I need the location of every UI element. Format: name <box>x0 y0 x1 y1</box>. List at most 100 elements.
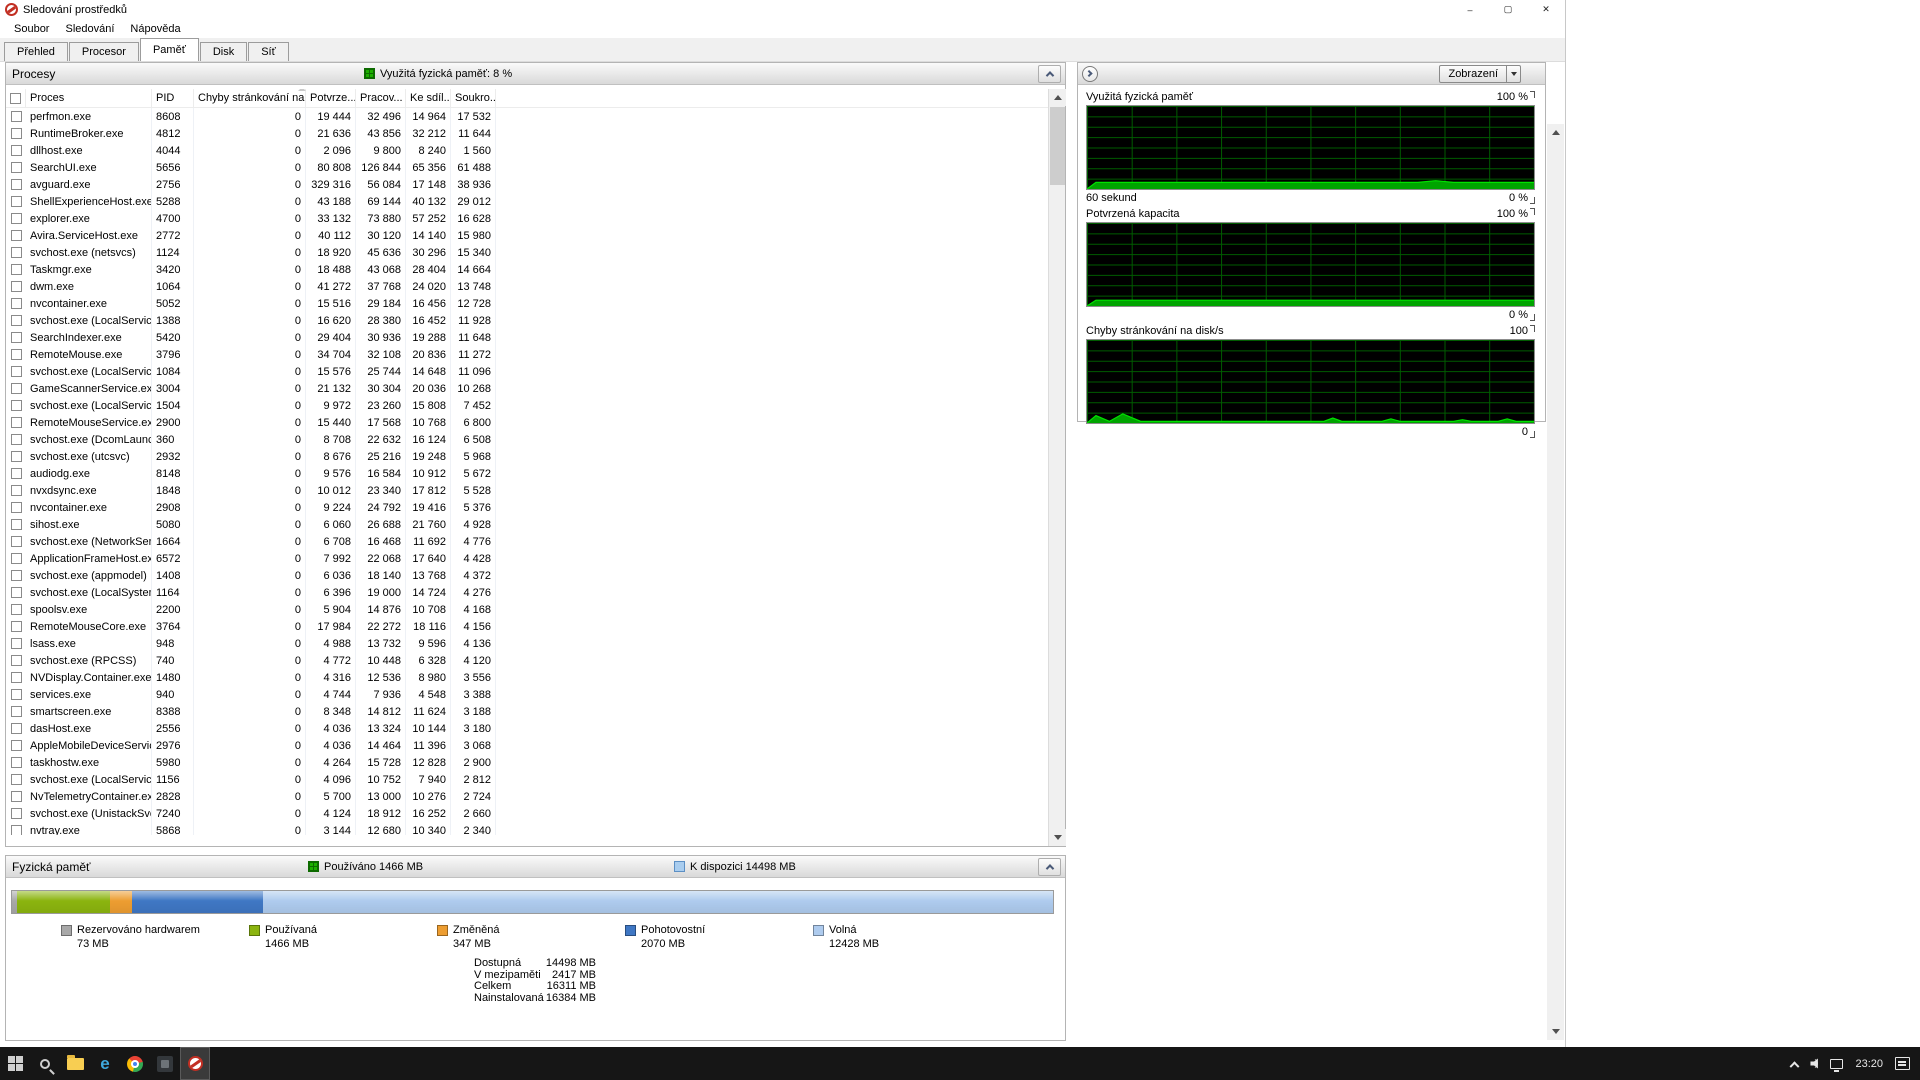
table-row[interactable]: GameScannerService.exe3004021 13230 3042… <box>6 380 1048 397</box>
checkbox-icon[interactable] <box>11 213 22 224</box>
checkbox-icon[interactable] <box>11 315 22 326</box>
row-checkbox-cell[interactable] <box>6 380 26 397</box>
checkbox-icon[interactable] <box>11 145 22 156</box>
row-checkbox-cell[interactable] <box>6 210 26 227</box>
table-row[interactable]: services.exe94004 7447 9364 5483 388 <box>6 686 1048 703</box>
row-checkbox-cell[interactable] <box>6 669 26 686</box>
checkbox-icon[interactable] <box>11 757 22 768</box>
table-row[interactable]: nvcontainer.exe290809 22424 79219 4165 3… <box>6 499 1048 516</box>
row-checkbox-cell[interactable] <box>6 312 26 329</box>
row-checkbox-cell[interactable] <box>6 363 26 380</box>
column-header-share[interactable]: Ke sdíl... <box>406 89 451 107</box>
column-header-work[interactable]: Pracov... <box>356 89 406 107</box>
checkbox-icon[interactable] <box>11 536 22 547</box>
row-checkbox-cell[interactable] <box>6 125 26 142</box>
table-row[interactable]: nvtray.exe586803 14412 68010 3402 340 <box>6 822 1048 835</box>
expand-panel-button[interactable] <box>1082 66 1098 82</box>
tab-síť[interactable]: Síť <box>248 42 289 61</box>
checkbox-icon[interactable] <box>11 332 22 343</box>
row-checkbox-cell[interactable] <box>6 329 26 346</box>
column-header-name[interactable]: Proces <box>26 89 152 107</box>
table-row[interactable]: perfmon.exe8608019 44432 49614 96417 532 <box>6 108 1048 125</box>
row-checkbox-cell[interactable] <box>6 108 26 125</box>
scroll-up-arrow[interactable] <box>1049 89 1066 106</box>
row-checkbox-cell[interactable] <box>6 159 26 176</box>
checkbox-icon[interactable] <box>11 553 22 564</box>
checkbox-icon[interactable] <box>11 434 22 445</box>
checkbox-icon[interactable] <box>11 808 22 819</box>
network-icon[interactable] <box>1830 1059 1843 1069</box>
row-checkbox-cell[interactable] <box>6 601 26 618</box>
row-checkbox-cell[interactable] <box>6 635 26 652</box>
row-checkbox-cell[interactable] <box>6 703 26 720</box>
maximize-button[interactable]: ▢ <box>1489 0 1527 19</box>
row-checkbox-cell[interactable] <box>6 295 26 312</box>
taskbar-app[interactable] <box>150 1047 180 1080</box>
checkbox-icon[interactable] <box>11 417 22 428</box>
row-checkbox-cell[interactable] <box>6 584 26 601</box>
table-row[interactable]: SearchUI.exe5656080 808126 84465 35661 4… <box>6 159 1048 176</box>
scrollbar-thumb[interactable] <box>1050 107 1065 185</box>
checkbox-icon[interactable] <box>11 230 22 241</box>
table-row[interactable]: RemoteMouse.exe3796034 70432 10820 83611… <box>6 346 1048 363</box>
table-row[interactable]: SearchIndexer.exe5420029 40430 93619 288… <box>6 329 1048 346</box>
checkbox-icon[interactable] <box>11 791 22 802</box>
menu-item-0[interactable]: Soubor <box>6 23 57 35</box>
row-checkbox-cell[interactable] <box>6 176 26 193</box>
select-all-checkbox-cell[interactable] <box>6 89 26 107</box>
row-checkbox-cell[interactable] <box>6 465 26 482</box>
window-scrollbar[interactable] <box>1547 124 1564 1040</box>
checkbox-icon[interactable] <box>11 366 22 377</box>
checkbox-icon[interactable] <box>11 400 22 411</box>
checkbox-icon[interactable] <box>11 349 22 360</box>
table-row[interactable]: RemoteMouseCore.exe3764017 98422 27218 1… <box>6 618 1048 635</box>
row-checkbox-cell[interactable] <box>6 414 26 431</box>
row-checkbox-cell[interactable] <box>6 142 26 159</box>
checkbox-icon[interactable] <box>11 723 22 734</box>
checkbox-icon[interactable] <box>11 570 22 581</box>
taskbar-resource-monitor-active[interactable] <box>180 1047 210 1080</box>
scroll-up-arrow[interactable] <box>1547 124 1564 141</box>
row-checkbox-cell[interactable] <box>6 431 26 448</box>
row-checkbox-cell[interactable] <box>6 397 26 414</box>
menu-item-2[interactable]: Nápověda <box>122 23 188 35</box>
row-checkbox-cell[interactable] <box>6 244 26 261</box>
row-checkbox-cell[interactable] <box>6 227 26 244</box>
volume-button[interactable] <box>1810 1058 1818 1069</box>
row-checkbox-cell[interactable] <box>6 516 26 533</box>
row-checkbox-cell[interactable] <box>6 652 26 669</box>
checkbox-icon[interactable] <box>11 247 22 258</box>
checkbox-icon[interactable] <box>11 672 22 683</box>
row-checkbox-cell[interactable] <box>6 499 26 516</box>
table-row[interactable]: NVDisplay.Container.exe148004 31612 5368… <box>6 669 1048 686</box>
tab-paměť[interactable]: Paměť <box>140 38 199 61</box>
table-row[interactable]: RemoteMouseService.exe2900015 44017 5681… <box>6 414 1048 431</box>
table-row[interactable]: svchost.exe (LocalSystemNet...116406 396… <box>6 584 1048 601</box>
process-table-scrollbar[interactable] <box>1048 89 1065 846</box>
column-header-commit[interactable]: Potvrze... <box>306 89 356 107</box>
checkbox-icon[interactable] <box>11 128 22 139</box>
table-row[interactable]: svchost.exe (NetworkService)166406 70816… <box>6 533 1048 550</box>
table-row[interactable]: avguard.exe27560329 31656 08417 14838 93… <box>6 176 1048 193</box>
row-checkbox-cell[interactable] <box>6 822 26 835</box>
row-checkbox-cell[interactable] <box>6 533 26 550</box>
checkbox-icon[interactable] <box>11 111 22 122</box>
menu-item-1[interactable]: Sledování <box>57 23 122 35</box>
checkbox-icon[interactable] <box>11 196 22 207</box>
table-row[interactable]: svchost.exe (utcsvc)293208 67625 21619 2… <box>6 448 1048 465</box>
table-row[interactable]: nvcontainer.exe5052015 51629 18416 45612… <box>6 295 1048 312</box>
taskbar-clock[interactable]: 23:20 <box>1855 1058 1883 1070</box>
column-header-priv[interactable]: Soukro... <box>451 89 496 107</box>
checkbox-icon[interactable] <box>11 502 22 513</box>
process-table-header[interactable]: ProcesPIDChyby stránkování na ...Potvrze… <box>6 89 1048 108</box>
checkbox-icon[interactable] <box>11 281 22 292</box>
taskbar-chrome[interactable] <box>120 1047 150 1080</box>
row-checkbox-cell[interactable] <box>6 278 26 295</box>
checkbox-icon[interactable] <box>11 621 22 632</box>
table-row[interactable]: svchost.exe (LocalServiceAn...115604 096… <box>6 771 1048 788</box>
table-row[interactable]: ShellExperienceHost.exe5288043 18869 144… <box>6 193 1048 210</box>
taskbar-search-button[interactable] <box>30 1047 60 1080</box>
row-checkbox-cell[interactable] <box>6 448 26 465</box>
row-checkbox-cell[interactable] <box>6 720 26 737</box>
table-row[interactable]: ApplicationFrameHost.exe657207 99222 068… <box>6 550 1048 567</box>
